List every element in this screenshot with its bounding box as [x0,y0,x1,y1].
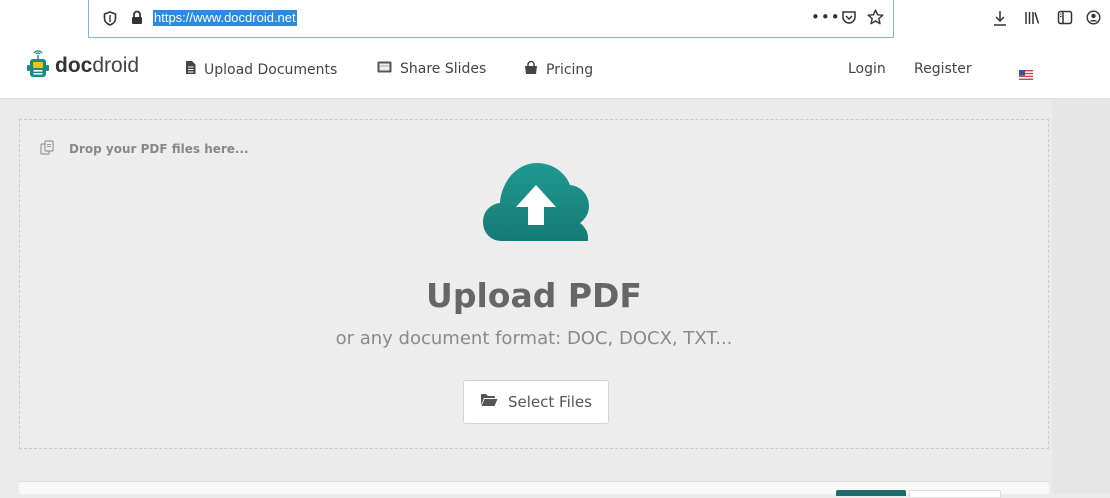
logo-text-bold: doc [55,54,93,77]
page-gutter [1052,99,1110,493]
drop-hint: Drop your PDF files here... [40,140,249,158]
nav-share-slides-label: Share Slides [400,61,487,77]
more-actions-icon[interactable]: ••• [811,8,841,26]
browser-toolbar: https://www.docdroid.net ••• [0,0,1110,40]
register-link[interactable]: Register [914,61,972,77]
logo-text-light: droid [92,54,140,77]
nav-share-slides[interactable]: Share Slides [377,61,486,77]
nav-pricing[interactable]: Pricing [524,60,594,78]
sidebar-icon[interactable] [1057,10,1073,29]
star-icon[interactable] [867,9,884,29]
account-icon[interactable] [1086,10,1101,29]
shopping-bag-icon [524,60,538,78]
lock-icon[interactable] [131,10,143,29]
document-icon [185,61,196,78]
url-text[interactable]: https://www.docdroid.net [153,10,297,26]
nav-upload-documents-label: Upload Documents [204,61,338,78]
upload-dropzone[interactable]: Drop your PDF files here... Upload PDF o… [19,119,1049,449]
select-files-label: Select Files [508,393,592,411]
copy-files-icon [40,140,55,158]
upload-title: Upload PDF [426,276,642,315]
login-link[interactable]: Login [848,61,886,77]
cloud-upload-icon [482,161,590,245]
select-files-button[interactable]: Select Files [463,380,609,424]
nav-upload-documents[interactable]: Upload Documents [185,61,337,78]
folder-open-icon [480,393,498,411]
us-flag-icon[interactable] [1019,65,1033,80]
nav-pricing-label: Pricing [546,61,594,78]
bottom-tab-active[interactable] [836,490,906,496]
address-bar[interactable]: https://www.docdroid.net ••• [88,0,894,38]
site-header: docdroid Upload Documents Share Slides P… [0,40,1110,99]
shield-icon[interactable] [103,11,117,30]
bottom-panel [19,481,1049,498]
upload-subtitle: or any document format: DOC, DOCX, TXT..… [335,328,733,349]
docdroid-logo[interactable]: docdroid [27,48,139,84]
bottom-tab[interactable] [909,490,1001,498]
slides-icon [377,61,392,77]
robot-logo-icon [27,48,49,84]
pocket-icon[interactable] [841,10,857,29]
drop-hint-text: Drop your PDF files here... [69,142,249,156]
download-icon[interactable] [993,10,1007,31]
library-icon[interactable] [1024,10,1040,30]
